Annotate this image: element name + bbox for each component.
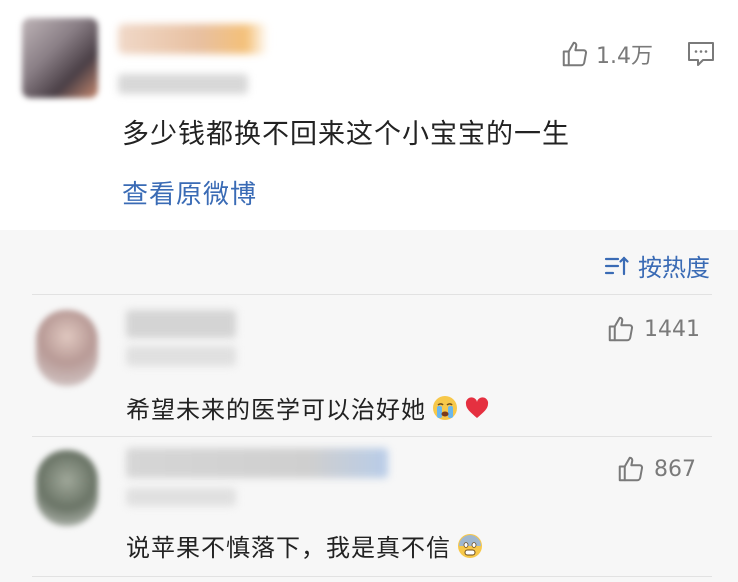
like-button[interactable]: 1.4万 [560,38,653,70]
reply-text: 说苹果不慎落下，我是真不信 [126,528,483,563]
thumbs-up-icon [618,456,644,482]
red-heart-emoji-icon [465,396,489,418]
divider [32,294,712,295]
comment-meta-redacted [118,74,248,94]
fearful-face-emoji-icon [458,533,482,558]
username-redacted[interactable] [118,24,268,54]
reply-text: 希望未来的医学可以治好她 [126,390,490,425]
sort-label: 按热度 [638,254,710,282]
sort-icon [604,255,629,275]
avatar[interactable] [22,18,98,98]
like-button[interactable]: 867 [616,454,696,484]
like-count: 1.4万 [596,44,653,69]
crying-face-emoji-icon [433,395,457,420]
view-original-link[interactable]: 查看原微博 [122,174,257,211]
like-count: 1441 [644,316,700,342]
thumbs-up-icon [562,41,588,67]
like-count: 867 [654,456,696,482]
comment-text: 多少钱都换不回来这个小宝宝的一生 [122,119,570,150]
avatar[interactable] [36,310,98,386]
main-comment-card: 1.4万 多少钱都换不回来这个小宝宝的一生 查看原微博 [0,0,738,230]
thumbs-up-icon [608,316,634,342]
username-redacted[interactable] [126,310,236,338]
reply-meta-redacted [126,488,236,506]
weibo-comment-screen: 1.4万 多少钱都换不回来这个小宝宝的一生 查看原微博 按热度 1441 希望未… [0,0,738,582]
replies-section: 按热度 1441 希望未来的医学可以治好她 867 说苹果不慎落下，我是真不信 [0,230,738,582]
reply-text-content: 希望未来的医学可以治好她 [126,396,426,424]
avatar[interactable] [36,450,98,526]
comment-icon[interactable] [686,40,716,68]
reply-text-content: 说苹果不慎落下，我是真不信 [126,534,451,562]
sort-by-hot-button[interactable]: 按热度 [604,248,710,283]
like-button[interactable]: 1441 [606,314,700,344]
reply-meta-redacted [126,346,236,366]
username-redacted[interactable] [126,448,388,478]
divider [32,436,712,437]
divider [32,576,712,577]
